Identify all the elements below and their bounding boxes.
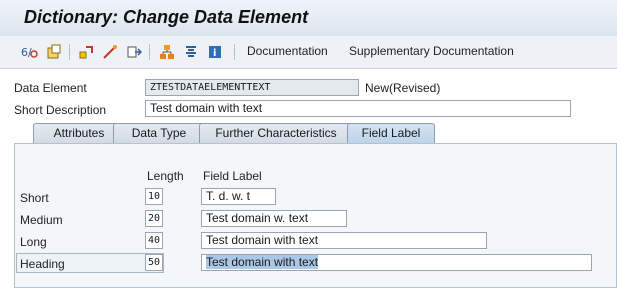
tabstrip: Attributes Data Type Further Characteris… xyxy=(14,123,617,144)
medium-length-field[interactable]: 20 xyxy=(145,210,163,227)
where-used-icon[interactable] xyxy=(124,42,144,62)
long-length-field[interactable]: 40 xyxy=(145,232,163,249)
selected-text: Test domain with text xyxy=(206,255,319,269)
application-toolbar: 6∕ i Documentation Supplementary Documen… xyxy=(0,36,617,69)
align-icon[interactable] xyxy=(181,42,201,62)
tab-field-label[interactable]: Field Label xyxy=(347,123,435,144)
status-text: New(Revised) xyxy=(365,81,441,95)
check-icon[interactable] xyxy=(100,42,120,62)
tab-further-characteristics[interactable]: Further Characteristics xyxy=(199,123,353,143)
activate-icon[interactable] xyxy=(76,42,96,62)
heading-label-field[interactable]: Test domain with text xyxy=(201,254,592,271)
heading-length-field[interactable]: 50 xyxy=(145,254,163,271)
field-label-column-header: Field Label xyxy=(203,169,262,183)
documentation-button[interactable]: Documentation xyxy=(247,44,328,58)
medium-label-field[interactable]: Test domain w. text xyxy=(201,210,347,227)
supplementary-documentation-button[interactable]: Supplementary Documentation xyxy=(349,44,514,58)
long-label-field[interactable]: Test domain with text xyxy=(201,232,487,249)
short-length-field[interactable]: 10 xyxy=(145,188,163,205)
heading-label: Heading xyxy=(20,257,65,271)
hierarchy-icon[interactable] xyxy=(157,42,177,62)
tab-data-type[interactable]: Data Type xyxy=(113,123,205,143)
info-icon[interactable]: i xyxy=(205,42,225,62)
short-description-label: Short Description xyxy=(14,103,107,117)
short-description-field[interactable]: Test domain with text xyxy=(145,100,571,117)
short-label: Short xyxy=(20,191,49,205)
length-column-header: Length xyxy=(147,169,184,183)
tab-attributes[interactable]: Attributes xyxy=(33,123,125,143)
medium-label: Medium xyxy=(20,213,63,227)
toggle-display-change-icon[interactable]: 6∕ xyxy=(20,42,40,62)
page-title: Dictionary: Change Data Element xyxy=(24,7,309,27)
data-element-label: Data Element xyxy=(14,81,87,95)
short-label-field[interactable]: T. d. w. t xyxy=(201,188,276,205)
data-element-field[interactable]: ZTESTDATAELEMENTTEXT xyxy=(145,79,359,96)
other-object-icon[interactable] xyxy=(44,42,64,62)
long-label: Long xyxy=(20,235,47,249)
svg-text:i: i xyxy=(213,48,216,59)
svg-text:6∕: 6∕ xyxy=(21,46,32,59)
